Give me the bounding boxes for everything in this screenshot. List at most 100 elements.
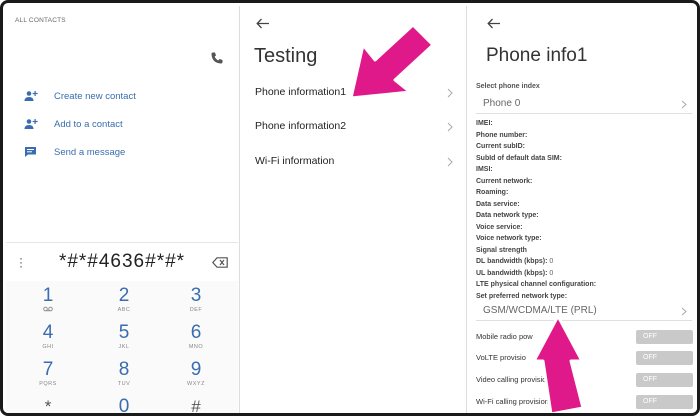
key-digit: 7	[42, 359, 54, 380]
key-digit: 6	[190, 322, 202, 343]
info-roaming: Roaming:	[476, 188, 508, 197]
info-signal-strength: Signal strength	[476, 246, 527, 255]
info-default-data-sim: SubId of default data SIM:	[476, 154, 562, 163]
key-digit: 8	[118, 359, 130, 380]
key-hash[interactable]: #	[166, 397, 226, 416]
info-label: LTE physical channel configuration:	[476, 281, 597, 288]
preferred-network-value: GSM/WCDMA/LTE (PRL)	[483, 305, 597, 316]
screenshot-frame: ALL CONTACTS Create new contact Add to a…	[0, 0, 700, 416]
info-label: UL bandwidth (kbps):	[476, 269, 548, 277]
preferred-network-select[interactable]: GSM/WCDMA/LTE (PRL)	[476, 303, 692, 321]
dial-keypad: 1 2 ABC 3 DEF 4 GHI 5 JKL 6 MNO 7 PQRS 8…	[6, 281, 238, 416]
key-digit: 3	[190, 285, 202, 306]
add-person-icon	[24, 91, 38, 101]
info-label: Voice service:	[476, 223, 523, 231]
toggle-volte-provisioned: VoLTE provisio OFF	[476, 350, 696, 366]
info-data-network-type: Data network type:	[476, 211, 539, 220]
add-person-icon	[24, 119, 38, 129]
create-new-contact-action[interactable]: Create new contact	[24, 88, 136, 104]
key-digit: 0	[118, 396, 130, 416]
menu-item-phone-information2[interactable]: Phone information2	[240, 117, 466, 137]
toggle-label: Video calling provisio	[476, 375, 547, 384]
info-current-subid: Current subID:	[476, 142, 525, 151]
info-label: Data network type:	[476, 212, 539, 219]
key-star[interactable]: *	[18, 397, 78, 416]
dial-input-bar: · · · *#*#4636#*#*	[6, 243, 238, 281]
info-value: 0	[549, 269, 554, 277]
info-imei: IMEI:	[476, 119, 493, 128]
info-label: Current subID:	[476, 143, 525, 150]
key-digit: 5	[118, 322, 130, 343]
key-6[interactable]: 6 MNO	[166, 323, 226, 351]
key-digit: 2	[118, 285, 130, 306]
chevron-right-icon	[447, 157, 453, 167]
chevron-right-icon	[681, 307, 687, 316]
info-label: IMSI:	[476, 166, 493, 173]
info-lte-channel-config: LTE physical channel configuration:	[476, 280, 596, 289]
key-digit: 9	[190, 359, 202, 380]
key-5[interactable]: 5 JKL	[94, 323, 154, 351]
key-2[interactable]: 2 ABC	[94, 286, 154, 314]
backspace-icon[interactable]	[212, 257, 228, 268]
key-3[interactable]: 3 DEF	[166, 286, 226, 314]
toggle-switch[interactable]: OFF	[636, 395, 693, 409]
info-phone-number: Phone number:	[476, 131, 527, 140]
menu-item-phone-information1[interactable]: Phone information1	[240, 83, 466, 103]
info-label: IMEI:	[476, 120, 493, 127]
key-1[interactable]: 1	[18, 286, 78, 314]
info-ul-bandwidth: UL bandwidth (kbps): 0	[476, 269, 553, 278]
key-digit: *	[44, 397, 52, 416]
action-label: Add to a contact	[54, 118, 123, 130]
phone-info-panel: Phone info1 Select phone index Phone 0 I…	[466, 6, 697, 413]
message-icon	[25, 147, 36, 157]
action-label: Create new contact	[54, 90, 136, 102]
set-preferred-network-label: Set preferred network type:	[476, 292, 568, 300]
toggle-wifi-calling-provisioned: Wi-Fi calling provision OFF	[476, 394, 696, 410]
phone-icon[interactable]	[210, 51, 224, 65]
key-0[interactable]: 0	[94, 396, 154, 416]
key-digit: #	[191, 397, 201, 416]
key-8[interactable]: 8 TUV	[94, 360, 154, 388]
toggle-switch[interactable]: OFF	[636, 373, 693, 387]
toggle-video-calling-provisioned: Video calling provisio OFF	[476, 372, 696, 388]
back-arrow-icon[interactable]	[487, 18, 501, 29]
key-letters: TUV	[117, 381, 131, 387]
info-imsi: IMSI:	[476, 165, 493, 174]
info-label: Voice network type:	[476, 235, 542, 242]
dialed-number[interactable]: *#*#4636#*#*	[6, 251, 238, 273]
contacts-header: ALL CONTACTS	[15, 17, 66, 24]
toggle-mobile-radio-power: Mobile radio pow OFF	[476, 329, 696, 345]
menu-item-wifi-information[interactable]: Wi-Fi information	[240, 152, 466, 172]
back-arrow-icon[interactable]	[256, 18, 270, 29]
info-label: Roaming:	[476, 189, 509, 196]
info-voice-service: Voice service:	[476, 223, 523, 232]
info-label: Current network:	[476, 177, 533, 185]
info-data-service: Data service:	[476, 200, 520, 209]
info-label: Signal strength	[476, 246, 527, 254]
info-label: SubId of default data SIM:	[476, 154, 562, 162]
testing-panel: Testing Phone information1 Phone informa…	[239, 6, 466, 413]
page-title: Phone info1	[486, 45, 588, 66]
info-label: Phone number:	[476, 131, 528, 139]
key-letters: GHI	[42, 344, 54, 350]
key-4[interactable]: 4 GHI	[18, 323, 78, 351]
menu-item-label: Wi-Fi information	[255, 155, 335, 167]
add-to-contact-action[interactable]: Add to a contact	[24, 116, 123, 132]
action-label: Send a message	[54, 146, 126, 158]
menu-item-label: Phone information2	[255, 120, 347, 132]
info-label: Data service:	[476, 200, 520, 208]
key-digit: 1	[42, 285, 54, 306]
phone-index-select[interactable]: Phone 0	[476, 96, 692, 114]
info-current-network: Current network:	[476, 177, 532, 186]
key-9[interactable]: 9 WXYZ	[166, 360, 226, 388]
toggle-switch[interactable]: OFF	[636, 351, 693, 365]
key-letters: JKL	[118, 344, 130, 350]
toggle-switch[interactable]: OFF	[636, 330, 693, 344]
key-letters: WXYZ	[187, 381, 205, 387]
key-7[interactable]: 7 PQRS	[18, 360, 78, 388]
phone-index-value: Phone 0	[483, 98, 521, 109]
toggle-label: Wi-Fi calling provision	[476, 397, 549, 406]
key-letters: DEF	[189, 307, 203, 313]
dialer-panel: ALL CONTACTS Create new contact Add to a…	[6, 6, 238, 416]
send-message-action[interactable]: Send a message	[24, 144, 125, 160]
